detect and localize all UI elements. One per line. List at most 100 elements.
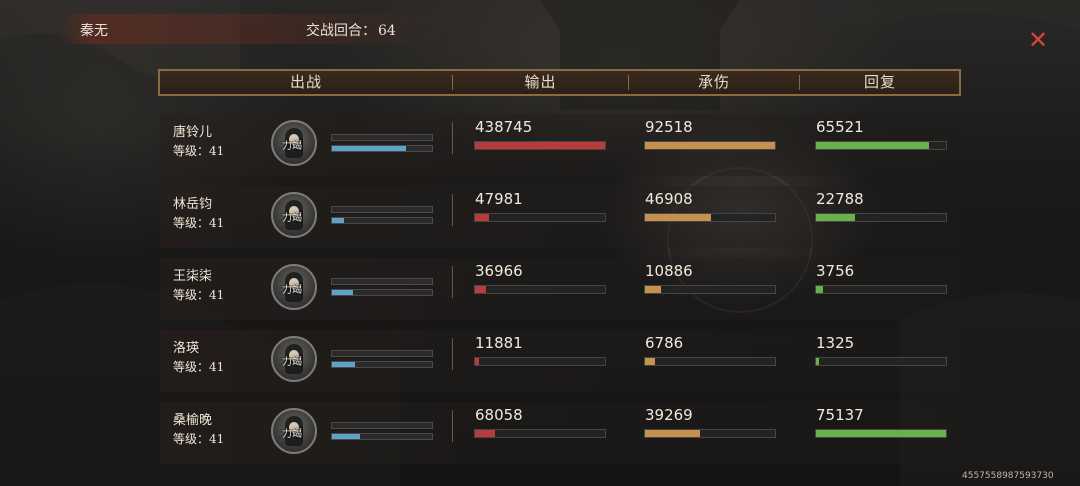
heal-value: 65521	[816, 118, 864, 136]
stats-table-header: 出战 输出 承伤 回复	[158, 69, 961, 96]
heal-value: 75137	[816, 406, 864, 424]
output-value: 438745	[475, 118, 533, 136]
output-bar	[474, 213, 606, 222]
character-level: 等级：41	[173, 288, 225, 302]
table-row: 王柒柒 等级：41 力竭 36966 10886 3756	[160, 258, 960, 320]
heal-bar	[815, 285, 947, 294]
heal-bar-fill	[816, 214, 855, 221]
close-button[interactable]: ✕	[1026, 28, 1050, 52]
damage-taken-bar	[644, 141, 776, 150]
heal-bar	[815, 141, 947, 150]
heal-bar	[815, 213, 947, 222]
output-value: 11881	[475, 334, 523, 352]
character-level: 等级：41	[173, 360, 225, 374]
damage-taken-bar	[644, 285, 776, 294]
hp-bar	[331, 206, 433, 213]
mp-bar-fill	[332, 146, 406, 151]
damage-taken-bar-fill	[645, 358, 655, 365]
output-bar-fill	[475, 214, 490, 221]
row-divider	[452, 338, 453, 370]
character-level: 等级：41	[173, 144, 225, 158]
mp-bar	[331, 361, 433, 368]
character-name: 唐铃儿	[173, 125, 213, 140]
mp-bar-fill	[332, 434, 360, 439]
table-row: 洛瑛 等级：41 力竭 11881 6786 1325	[160, 330, 960, 392]
output-bar	[474, 357, 606, 366]
row-divider	[452, 266, 453, 298]
damage-taken-bar	[644, 357, 776, 366]
row-divider	[452, 410, 453, 442]
heal-bar	[815, 429, 947, 438]
character-avatar[interactable]: 力竭	[271, 408, 317, 454]
character-avatar[interactable]: 力竭	[271, 120, 317, 166]
table-row: 林岳钧 等级：41 力竭 47981 46908 22788	[160, 186, 960, 248]
mp-bar-fill	[332, 290, 353, 295]
round-counter: 交战回合： 64	[304, 20, 396, 40]
exhausted-tag: 力竭	[282, 357, 302, 368]
mp-bar	[331, 289, 433, 296]
character-name: 洛瑛	[173, 341, 200, 356]
round-label: 交战回合：	[306, 23, 376, 39]
mp-bar	[331, 145, 433, 152]
damage-taken-bar-fill	[645, 214, 712, 221]
output-value: 68058	[475, 406, 523, 424]
output-bar	[474, 141, 606, 150]
header-heal: 回复	[863, 73, 896, 91]
exhausted-tag: 力竭	[282, 429, 302, 440]
mp-bar-fill	[332, 218, 344, 223]
heal-bar	[815, 357, 947, 366]
top-bar: 秦无 交战回合： 64 ✕	[0, 14, 1080, 52]
output-bar-fill	[475, 430, 496, 437]
damage-taken-value: 46908	[645, 190, 693, 208]
hp-bar	[331, 134, 433, 141]
exhausted-tag: 力竭	[282, 141, 302, 152]
damage-taken-bar-fill	[645, 430, 700, 437]
output-bar	[474, 285, 606, 294]
damage-taken-bar-fill	[645, 286, 661, 293]
damage-taken-value: 39269	[645, 406, 693, 424]
character-name: 林岳钧	[173, 197, 213, 212]
close-icon: ✕	[1027, 26, 1049, 54]
heal-value: 1325	[816, 334, 855, 352]
character-name: 桑榆晚	[173, 413, 213, 428]
character-avatar[interactable]: 力竭	[271, 192, 317, 238]
watermark: 4557558987593730	[962, 471, 1054, 481]
header-damage-taken: 承伤	[697, 73, 730, 91]
exhausted-tag: 力竭	[282, 285, 302, 296]
damage-taken-value: 92518	[645, 118, 693, 136]
character-avatar[interactable]: 力竭	[271, 336, 317, 382]
mp-bar-fill	[332, 362, 355, 367]
heal-bar-fill	[816, 142, 930, 149]
hp-bar	[331, 422, 433, 429]
character-avatar[interactable]: 力竭	[271, 264, 317, 310]
round-value: 64	[378, 23, 396, 39]
row-divider	[452, 194, 453, 226]
mp-bar	[331, 217, 433, 224]
output-bar-fill	[475, 142, 605, 149]
table-row: 唐铃儿 等级：41 力竭 438745 92518 65521	[160, 114, 960, 176]
heal-bar-fill	[816, 286, 823, 293]
mp-bar	[331, 433, 433, 440]
header-participants: 出战	[289, 73, 322, 91]
output-value: 47981	[475, 190, 523, 208]
hp-bar	[331, 350, 433, 357]
row-divider	[452, 122, 453, 154]
header-output: 输出	[524, 73, 557, 91]
damage-taken-bar	[644, 213, 776, 222]
heal-bar-fill	[816, 430, 946, 437]
character-name: 王柒柒	[173, 269, 213, 284]
table-row: 桑榆晚 等级：41 力竭 68058 39269 75137	[160, 402, 960, 464]
hp-bar	[331, 278, 433, 285]
output-value: 36966	[475, 262, 523, 280]
damage-taken-value: 6786	[645, 334, 684, 352]
heal-value: 3756	[816, 262, 855, 280]
player-name: 秦无	[80, 23, 108, 39]
exhausted-tag: 力竭	[282, 213, 302, 224]
heal-value: 22788	[816, 190, 864, 208]
output-bar-fill	[475, 358, 479, 365]
output-bar-fill	[475, 286, 487, 293]
output-bar	[474, 429, 606, 438]
character-level: 等级：41	[173, 432, 225, 446]
damage-taken-bar	[644, 429, 776, 438]
character-level: 等级：41	[173, 216, 225, 230]
